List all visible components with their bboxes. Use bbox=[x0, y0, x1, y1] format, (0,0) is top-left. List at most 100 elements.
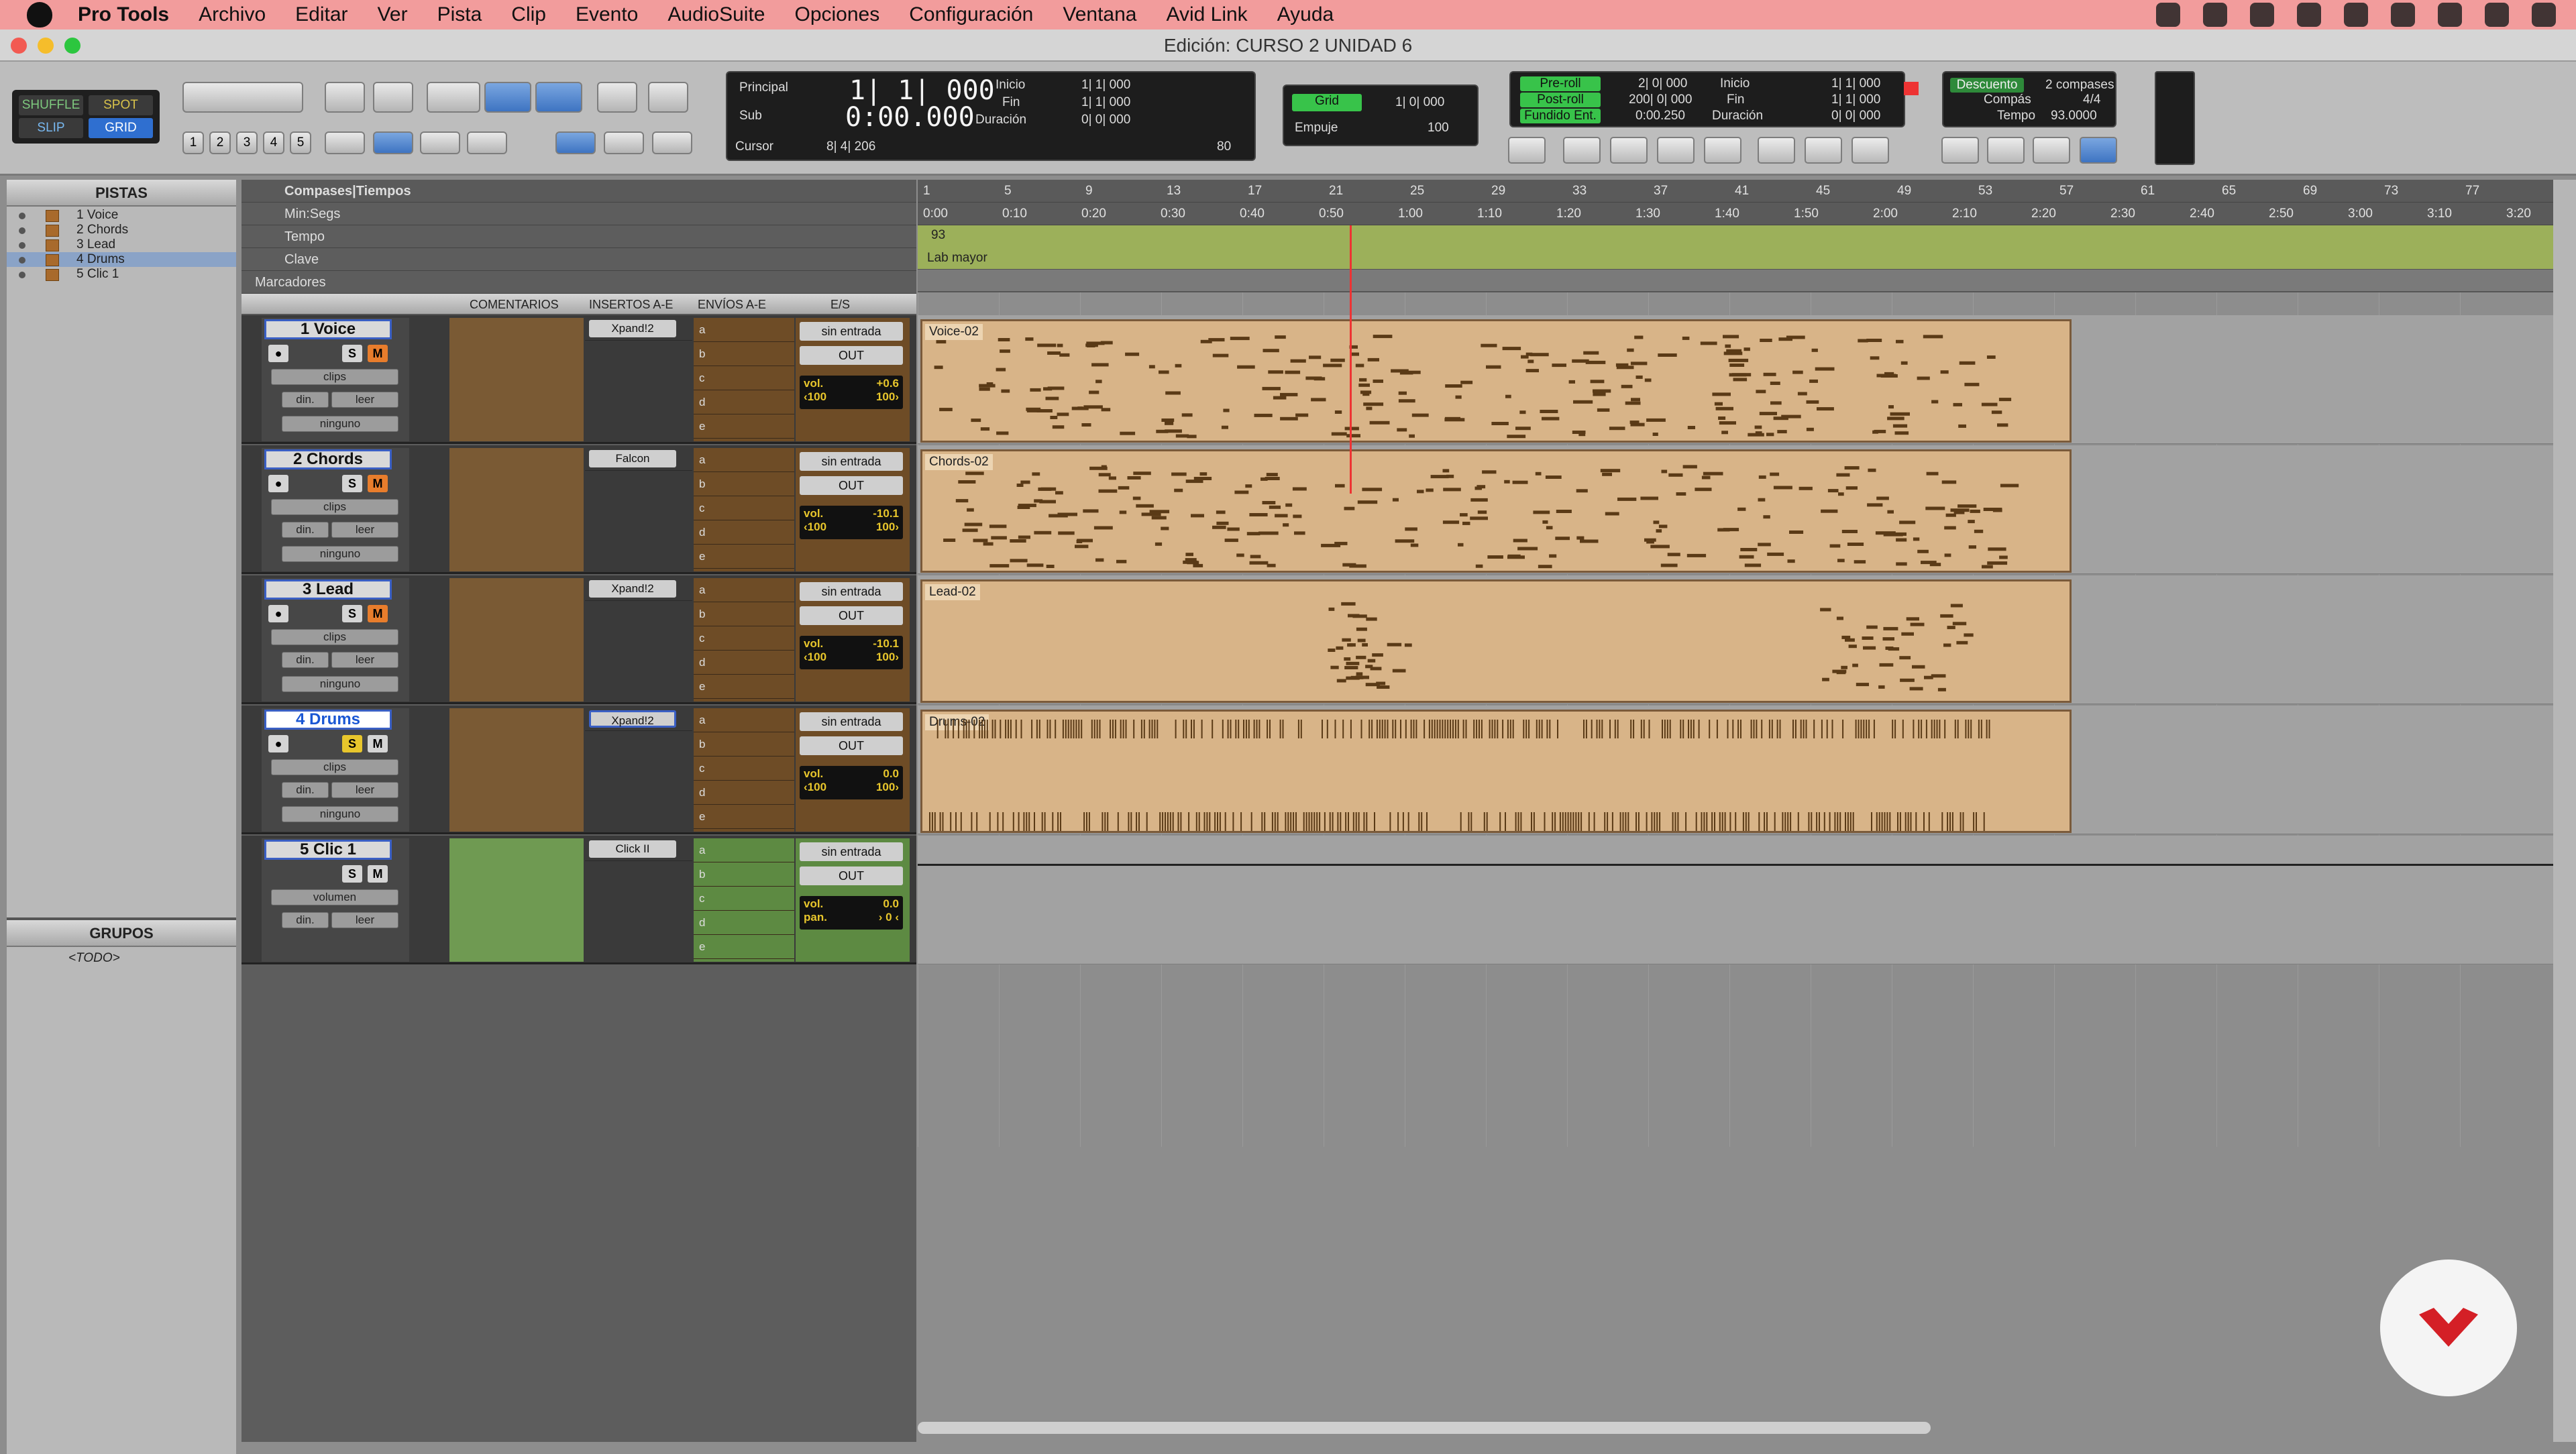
scrubber-tool[interactable] bbox=[597, 82, 637, 113]
midi-merge-button[interactable] bbox=[2033, 137, 2070, 164]
fast-forward-button[interactable] bbox=[1657, 137, 1695, 164]
automation-mode[interactable]: leer bbox=[331, 912, 398, 928]
status-icon-4[interactable] bbox=[2297, 3, 2321, 27]
zoom-button[interactable] bbox=[64, 38, 80, 54]
comments-field[interactable] bbox=[449, 318, 584, 441]
send-slot[interactable]: e bbox=[694, 414, 794, 439]
automation-label[interactable]: din. bbox=[282, 652, 329, 668]
ruler-minsec-label[interactable]: Min:Segs bbox=[241, 203, 916, 225]
grid-value[interactable]: 1| 0| 000 bbox=[1395, 95, 1444, 110]
shuffle-button[interactable]: SHUFFLE bbox=[19, 95, 83, 115]
menu-app[interactable]: Pro Tools bbox=[78, 3, 169, 26]
status-icon-2[interactable] bbox=[2203, 3, 2227, 27]
tempo-ruler[interactable]: 93 bbox=[918, 225, 2556, 247]
send-slot[interactable]: c bbox=[694, 626, 794, 651]
send-slot[interactable]: a bbox=[694, 318, 794, 342]
comments-field[interactable] bbox=[449, 838, 584, 962]
record-arm-button[interactable]: ● bbox=[268, 345, 288, 362]
volume-line[interactable] bbox=[918, 864, 2556, 866]
conductor-button[interactable] bbox=[2080, 137, 2117, 164]
view-selector[interactable]: clips bbox=[271, 499, 398, 515]
slip-button[interactable]: SLIP bbox=[19, 118, 83, 138]
tab-to-transient[interactable] bbox=[325, 131, 365, 154]
insert-plugin[interactable]: Xpand!2 bbox=[589, 320, 676, 337]
automation-label[interactable]: din. bbox=[282, 782, 329, 798]
go-to-end-button[interactable] bbox=[1704, 137, 1741, 164]
automation-mode[interactable]: leer bbox=[331, 652, 398, 668]
input-selector[interactable]: sin entrada bbox=[800, 582, 903, 601]
midi-clip[interactable]: Drums-02 bbox=[920, 710, 2072, 833]
postroll-value[interactable]: 200| 0| 000 bbox=[1629, 93, 1692, 107]
send-slot[interactable]: c bbox=[694, 496, 794, 520]
track-list-item[interactable]: 1 Voice bbox=[7, 208, 236, 223]
markers-ruler[interactable] bbox=[918, 270, 2556, 292]
track-list-item[interactable]: 3 Lead bbox=[7, 237, 236, 252]
preroll-value[interactable]: 2| 0| 000 bbox=[1638, 76, 1687, 91]
group-selector[interactable]: ninguno bbox=[282, 676, 398, 692]
volume-display[interactable]: vol. -10.1 ‹100 100› bbox=[800, 506, 903, 539]
volume-display[interactable]: vol. 0.0 pan. › 0 ‹ bbox=[800, 896, 903, 930]
insertion-follows[interactable] bbox=[467, 131, 507, 154]
track-list-item[interactable]: 2 Chords bbox=[7, 223, 236, 237]
group-selector[interactable]: ninguno bbox=[282, 546, 398, 562]
return-to-zero-button[interactable] bbox=[1563, 137, 1601, 164]
send-slot[interactable]: e bbox=[694, 545, 794, 569]
wifi-icon[interactable] bbox=[2391, 3, 2415, 27]
zoom-preset-5[interactable]: 5 bbox=[290, 131, 311, 154]
minsec-ruler[interactable]: 0:00 0:10 0:20 0:30 0:40 0:50 1:00 1:10 1:20 1:30… bbox=[918, 203, 2556, 225]
metronome-button[interactable] bbox=[1987, 137, 2025, 164]
input-selector[interactable]: sin entrada bbox=[800, 452, 903, 471]
grid-button[interactable]: GRID bbox=[89, 118, 153, 138]
output-selector[interactable]: OUT bbox=[800, 866, 903, 885]
comments-field[interactable] bbox=[449, 448, 584, 571]
ruler-tempo-label[interactable]: Tempo bbox=[241, 225, 916, 248]
lane-voice[interactable]: Voice-02 bbox=[918, 315, 2556, 444]
view-selector[interactable]: clips bbox=[271, 369, 398, 385]
mute-button[interactable]: M bbox=[368, 345, 388, 362]
group-item[interactable]: <TODO> bbox=[68, 951, 120, 966]
solo-button[interactable]: S bbox=[342, 475, 362, 492]
link-timeline[interactable] bbox=[373, 131, 413, 154]
send-slot[interactable]: d bbox=[694, 520, 794, 545]
volume-display[interactable]: vol. +0.6 ‹100 100› bbox=[800, 376, 903, 409]
online-button[interactable] bbox=[1508, 137, 1546, 164]
menu-ver[interactable]: Ver bbox=[378, 3, 408, 26]
playhead[interactable] bbox=[1350, 225, 1352, 494]
tracks-header[interactable]: PISTAS bbox=[7, 180, 236, 207]
fundido-label[interactable]: Fundido Ent. bbox=[1520, 109, 1601, 123]
key-ruler[interactable]: Lab mayor bbox=[918, 247, 2556, 270]
record-arm-indicator[interactable] bbox=[1904, 82, 1919, 95]
zoom-preset-4[interactable]: 4 bbox=[263, 131, 284, 154]
timeline[interactable]: 1 5 9 13 17 21 25 29 33 37 41 45 49 53 57 61 65 69 73 77 0:… bbox=[918, 180, 2556, 1442]
solo-button[interactable]: S bbox=[342, 735, 362, 752]
input-selector[interactable]: sin entrada bbox=[800, 842, 903, 861]
mute-button[interactable]: M bbox=[368, 865, 388, 883]
bars-ruler[interactable]: 1 5 9 13 17 21 25 29 33 37 41 45 49 53 57 61 65 69 73 77 bbox=[918, 180, 2556, 203]
trim-tool[interactable] bbox=[427, 82, 480, 113]
menu-avid-link[interactable]: Avid Link bbox=[1166, 3, 1247, 26]
solo-button[interactable]: S bbox=[342, 865, 362, 883]
send-slot[interactable]: b bbox=[694, 342, 794, 366]
volume-display[interactable]: vol. 0.0 ‹100 100› bbox=[800, 766, 903, 799]
lane-lead[interactable]: Lead-02 bbox=[918, 575, 2556, 704]
send-slot[interactable]: d bbox=[694, 781, 794, 805]
send-slot[interactable]: a bbox=[694, 708, 794, 732]
send-slot[interactable]: b bbox=[694, 602, 794, 626]
send-slot[interactable]: c bbox=[694, 366, 794, 390]
ruler-markers-label[interactable]: Marcadores bbox=[241, 271, 916, 294]
menu-evento[interactable]: Evento bbox=[576, 3, 638, 26]
automation-label[interactable]: din. bbox=[282, 912, 329, 928]
zoom-arrows-button[interactable] bbox=[182, 82, 303, 113]
lane-clic[interactable] bbox=[918, 836, 2556, 964]
automation-mode[interactable]: leer bbox=[331, 392, 398, 408]
t-fin-value[interactable]: 1| 1| 000 bbox=[1831, 93, 1880, 107]
volume-display[interactable]: vol. -10.1 ‹100 100› bbox=[800, 636, 903, 669]
groups-header[interactable]: GRUPOS bbox=[7, 920, 236, 947]
rewind-button[interactable] bbox=[1610, 137, 1648, 164]
solo-button[interactable]: S bbox=[342, 605, 362, 622]
inicio-value[interactable]: 1| 1| 000 bbox=[1081, 78, 1130, 93]
group-selector[interactable]: ninguno bbox=[282, 806, 398, 822]
compases-value[interactable]: 2 compases bbox=[2045, 78, 2114, 93]
output-selector[interactable]: OUT bbox=[800, 736, 903, 755]
comments-field[interactable] bbox=[449, 578, 584, 702]
